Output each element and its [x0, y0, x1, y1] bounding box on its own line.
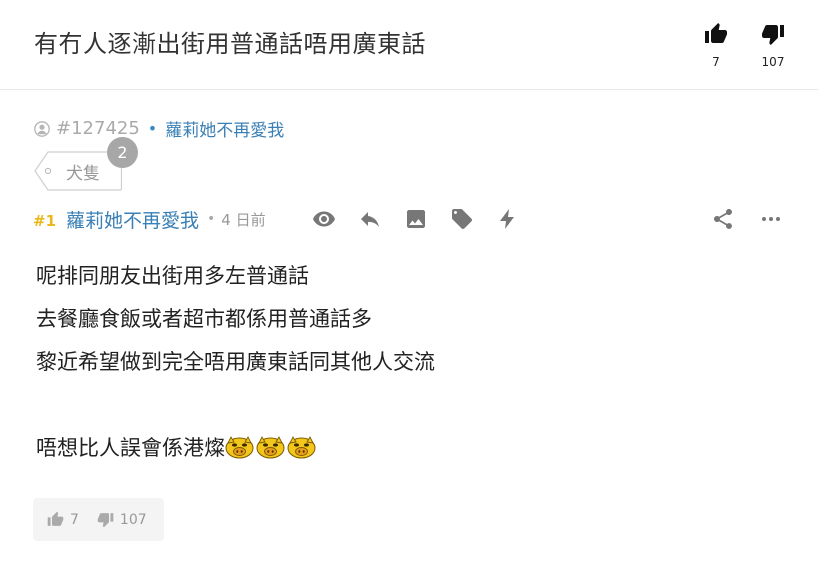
view-button[interactable] — [312, 207, 336, 231]
pig-face-emoji-icon — [225, 436, 254, 459]
thread-upvote-count: 7 — [712, 55, 720, 69]
category-count-badge: 2 — [107, 137, 138, 168]
thumbs-up-icon — [705, 23, 727, 43]
tag-button[interactable] — [450, 207, 474, 231]
reply-line-with-emoji: 唔想比人誤會係港燦 — [36, 432, 776, 475]
share-button[interactable] — [711, 207, 735, 231]
tag-icon — [452, 209, 472, 229]
reply-line: 呢排同朋友出街用多左普通話 — [36, 264, 309, 288]
image-button[interactable] — [404, 207, 428, 231]
thumbs-down-icon — [762, 25, 784, 45]
emoji-row — [225, 436, 318, 460]
reply-timestamp: 4 日前 — [221, 210, 266, 229]
lightning-icon — [500, 209, 514, 229]
separator-dot: • — [207, 211, 216, 227]
reply-button[interactable] — [358, 207, 382, 231]
reply-vote-bar: 7 107 — [33, 498, 164, 541]
image-icon — [407, 210, 425, 228]
more-icon — [762, 217, 780, 221]
reply-upvote-count: 7 — [70, 511, 79, 528]
reply-author-link[interactable]: 蘿莉她不再愛我 — [66, 206, 199, 233]
reply-line-text: 唔想比人誤會係港燦 — [36, 436, 225, 460]
reply-downvote-button[interactable]: 107 — [97, 511, 147, 528]
thread-title: 有冇人逐漸出街用普通話唔用廣東話 — [34, 30, 426, 58]
thread-id: #127425 — [56, 118, 140, 139]
reply-toolbar — [312, 202, 542, 236]
reply-downvote-count: 107 — [119, 511, 147, 528]
floor-number: #1 — [33, 212, 57, 230]
reply-upvote-button[interactable]: 7 — [47, 511, 79, 528]
reply-icon — [361, 212, 379, 227]
user-icon — [34, 120, 50, 137]
thread-downvote-button[interactable]: 107 — [753, 22, 793, 69]
share-icon — [714, 209, 732, 229]
reply-line: 去餐廳食飯或者超市都係用普通話多 — [36, 307, 372, 331]
thread-author-link[interactable]: 蘿莉她不再愛我 — [165, 116, 284, 141]
reply-line — [36, 389, 776, 432]
pig-face-emoji-icon — [256, 436, 285, 459]
more-button[interactable] — [759, 207, 783, 231]
pig-face-emoji-icon — [287, 436, 316, 459]
separator-dot: • — [147, 119, 158, 138]
reply-body: 呢排同朋友出街用多左普通話 去餐廳食飯或者超市都係用普通話多 黎近希望做到完全唔… — [36, 260, 776, 475]
thread-downvote-count: 107 — [761, 55, 785, 69]
reply-header: #1 蘿莉她不再愛我 • 4 日前 — [33, 202, 793, 236]
thread-meta: #127425 • 蘿莉她不再愛我 — [34, 116, 284, 141]
thread-header: 有冇人逐漸出街用普通話唔用廣東話 7 107 — [0, 0, 818, 90]
category-tag[interactable]: 犬隻 2 — [34, 137, 138, 191]
thumbs-down-icon — [97, 513, 114, 528]
reply-line: 黎近希望做到完全唔用廣東話同其他人交流 — [36, 350, 435, 374]
category-tag-label: 犬隻 — [66, 164, 100, 184]
thread-upvote-button[interactable]: 7 — [696, 22, 736, 69]
quick-reply-button[interactable] — [496, 207, 520, 231]
thumbs-up-icon — [47, 511, 64, 526]
eye-icon — [313, 211, 335, 227]
reply-right-toolbar — [687, 202, 783, 236]
